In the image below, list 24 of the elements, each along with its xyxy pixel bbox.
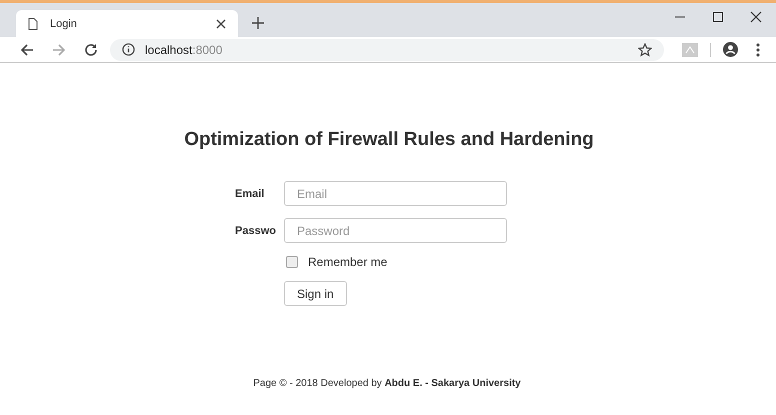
close-icon[interactable] [216,18,226,28]
url-text: localhost:8000 [145,42,222,56]
maximize-icon[interactable] [712,11,724,23]
close-icon[interactable] [750,11,762,23]
checkbox[interactable] [286,256,298,268]
field-label: Email [235,188,266,200]
reload-icon[interactable] [84,42,98,56]
checkbox-label: Remember me [308,255,388,269]
menu-icon[interactable] [756,42,760,56]
input-field[interactable]: Password [284,218,507,243]
document-icon [28,18,38,30]
new-tab-icon[interactable] [252,17,264,29]
input-field[interactable]: Email [284,181,507,206]
browser-tab[interactable]: Login [16,10,238,37]
page-title: Optimization of Firewall Rules and Hardening [183,129,594,151]
tab-title: Login [50,18,78,30]
field-label: Passwo [235,224,277,236]
star-icon[interactable] [638,42,652,56]
account-icon[interactable] [723,42,738,57]
footer-text: Page © - 2018 Developed by Abdu E. - Sakarya University [253,378,521,389]
address-bar[interactable]: localhost:8000 [110,38,664,60]
sign-in-button[interactable]: Sign in [284,281,347,306]
back-arrow-icon[interactable] [20,42,34,56]
info-icon [122,43,135,56]
